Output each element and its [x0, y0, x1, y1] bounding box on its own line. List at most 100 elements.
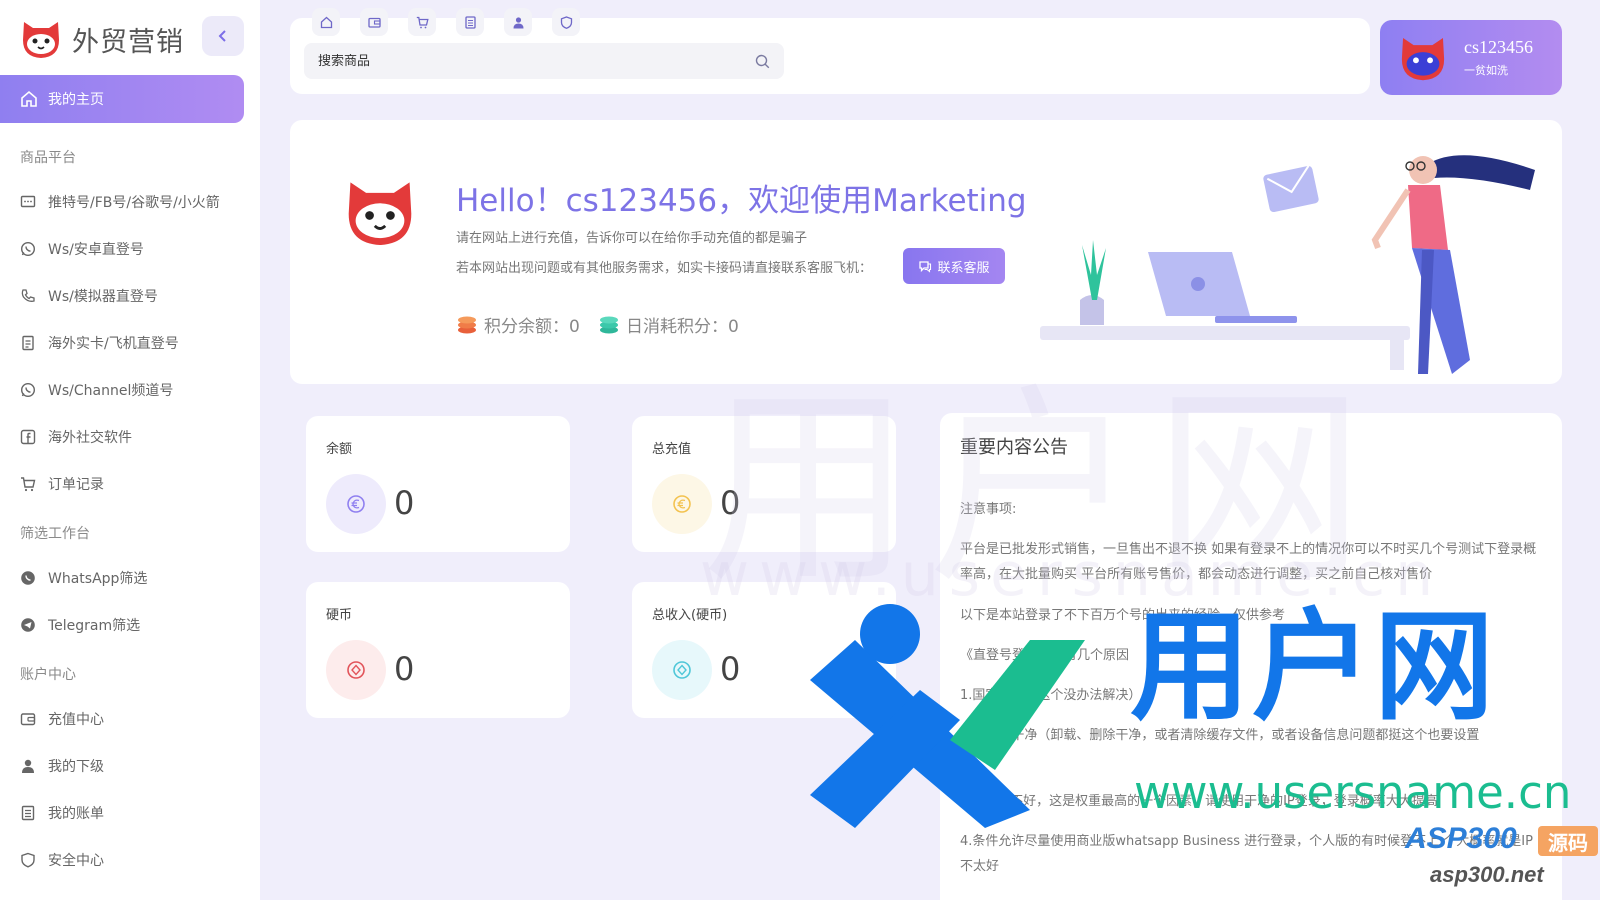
quick-home-button[interactable]	[312, 8, 340, 36]
stat-value: 0	[720, 484, 741, 522]
wallet-icon	[367, 17, 381, 28]
sidebar-item-telegram-filter[interactable]: Telegram筛选	[20, 613, 140, 637]
watermark-url: www.usersname.cn	[1134, 766, 1572, 819]
sidebar-item-label: Ws/Channel频道号	[48, 383, 174, 399]
sidebar-item-ws-channel[interactable]: Ws/Channel频道号	[20, 378, 173, 402]
cart-icon	[416, 16, 429, 28]
sidebar-item-label: 推特号/FB号/谷歌号/小火箭	[48, 195, 220, 211]
cart-icon	[21, 477, 36, 492]
sidebar-item-label: Telegram筛选	[48, 618, 141, 634]
search-input[interactable]	[318, 53, 755, 69]
database-icon	[600, 316, 618, 333]
chat-icon	[919, 261, 932, 273]
sidebar-item-whatsapp-filter[interactable]: WhatsApp筛选	[20, 566, 147, 590]
wallet-icon	[20, 713, 36, 726]
quick-user-button[interactable]	[504, 8, 532, 36]
sidebar-item-overseas-card[interactable]: 海外实卡/飞机直登号	[20, 331, 179, 355]
phone-icon	[21, 289, 35, 302]
shield-icon	[560, 15, 572, 29]
sidebar: 外贸营销 我的主页 商品平台 推特号/FB号/谷歌号/小火箭 Ws/安卓直登号 …	[0, 0, 260, 900]
sidebar-section-title: 商品平台	[20, 150, 76, 166]
stat-label: 余额	[326, 442, 353, 457]
sidebar-section-title: 账户中心	[20, 667, 76, 683]
coin-icon	[652, 640, 712, 700]
announcement-line: 平台是已批发形式销售，一旦售出不退不换 如果有登录不上的情况你可以不时买几个号测…	[960, 542, 1537, 582]
collapse-sidebar-button[interactable]	[202, 16, 244, 56]
shield-icon	[21, 852, 35, 868]
watermark-title: 用户网	[1130, 598, 1496, 737]
sidebar-item-recharge[interactable]: 充值中心	[20, 707, 104, 731]
sidebar-item-orders[interactable]: 订单记录	[20, 472, 104, 496]
sidebar-section-title: 筛选工作台	[20, 526, 90, 542]
sidebar-item-security[interactable]: 安全中心	[20, 848, 104, 872]
user-slogan: 一贫如洗	[1464, 64, 1508, 77]
welcome-message-contact: 若本网站出现问题或有其他服务需求，如实卡接码请直接联系客服飞机：	[456, 261, 873, 276]
announcement-line: 注意事项:	[960, 502, 1017, 517]
whatsapp-icon	[20, 241, 36, 257]
bill-icon	[464, 15, 476, 29]
announcement-title: 重要内容公告	[960, 437, 1068, 458]
stat-card-total-recharge: 总充值 0	[632, 416, 896, 552]
quick-bill-button[interactable]	[456, 8, 484, 36]
stat-card-coins: 硬币 0	[306, 582, 570, 718]
facebook-icon	[20, 429, 36, 445]
home-icon	[320, 16, 332, 28]
sidebar-item-bills[interactable]: 我的账单	[20, 801, 104, 825]
sidebar-item-label: WhatsApp筛选	[48, 571, 148, 587]
search-icon[interactable]	[755, 54, 770, 69]
brand-title: 外贸营销	[72, 26, 184, 58]
sidebar-item-ws-emulator[interactable]: Ws/模拟器直登号	[20, 284, 158, 308]
contact-support-label: 联系客服	[937, 260, 990, 276]
quick-wallet-button[interactable]	[360, 8, 388, 36]
user-icon	[22, 759, 34, 773]
cat-logo-icon	[23, 22, 59, 58]
asp300-tag: 源码	[1538, 826, 1598, 856]
coins-stack-icon	[458, 316, 476, 333]
chevron-left-icon	[218, 30, 226, 42]
usersname-logo	[810, 604, 1085, 828]
sidebar-item-accounts[interactable]: 推特号/FB号/谷歌号/小火箭	[20, 190, 220, 214]
daily-points: 日消耗积分：0	[598, 312, 739, 337]
sidebar-item-label: 订单记录	[48, 477, 104, 493]
euro-icon	[652, 474, 712, 534]
stat-label: 硬币	[326, 608, 353, 623]
user-icon	[513, 16, 523, 28]
user-name: cs123456	[1464, 37, 1533, 57]
asp300-url: asp300.net	[1430, 862, 1544, 887]
stat-card-balance: 余额 0	[306, 416, 570, 552]
sidebar-item-label: 我的主页	[48, 92, 104, 108]
welcome-panel: Hello！cs123456，欢迎使用Marketing 请在网站上进行充值，告…	[290, 120, 1562, 384]
euro-icon	[326, 474, 386, 534]
cat-logo-icon	[348, 182, 412, 246]
brand[interactable]: 外贸营销	[18, 14, 184, 64]
welcome-title: Hello！cs123456，欢迎使用Marketing	[456, 183, 1027, 219]
sidebar-item-label: Ws/安卓直登号	[48, 242, 144, 258]
sidebar-item-label: 我的下级	[48, 759, 104, 775]
sidebar-item-label: 充值中心	[48, 712, 104, 728]
coin-icon	[326, 640, 386, 700]
workspace-illustration	[1040, 155, 1535, 374]
points-balance-text: 积分余额：0	[484, 317, 580, 337]
user-card[interactable]: cs123456 一贫如洗	[1380, 20, 1562, 95]
points-balance: 积分余额：0	[456, 312, 580, 337]
sidebar-item-social-software[interactable]: 海外社交软件	[20, 425, 132, 449]
home-icon	[21, 90, 37, 107]
asp300-badge: ASP300	[1405, 822, 1517, 855]
quick-cart-button[interactable]	[408, 8, 436, 36]
sidebar-item-subordinates[interactable]: 我的下级	[20, 754, 104, 778]
daily-points-text: 日消耗积分：0	[626, 317, 739, 337]
contact-support-button[interactable]: 联系客服	[903, 248, 1005, 284]
sidebar-item-ws-android[interactable]: Ws/安卓直登号	[20, 237, 144, 261]
quick-shield-button[interactable]	[552, 8, 580, 36]
message-icon	[20, 195, 36, 208]
whatsapp-filled-icon	[21, 571, 35, 585]
stat-label: 总充值	[652, 442, 692, 457]
stat-value: 0	[720, 650, 741, 688]
stat-value: 0	[394, 484, 415, 522]
sidebar-item-home[interactable]: 我的主页	[0, 75, 244, 123]
bill-icon	[21, 805, 35, 821]
sidebar-item-label: 我的账单	[48, 806, 104, 822]
stat-value: 0	[394, 650, 415, 688]
sidebar-item-label: Ws/模拟器直登号	[48, 289, 158, 305]
search-box	[304, 43, 784, 79]
